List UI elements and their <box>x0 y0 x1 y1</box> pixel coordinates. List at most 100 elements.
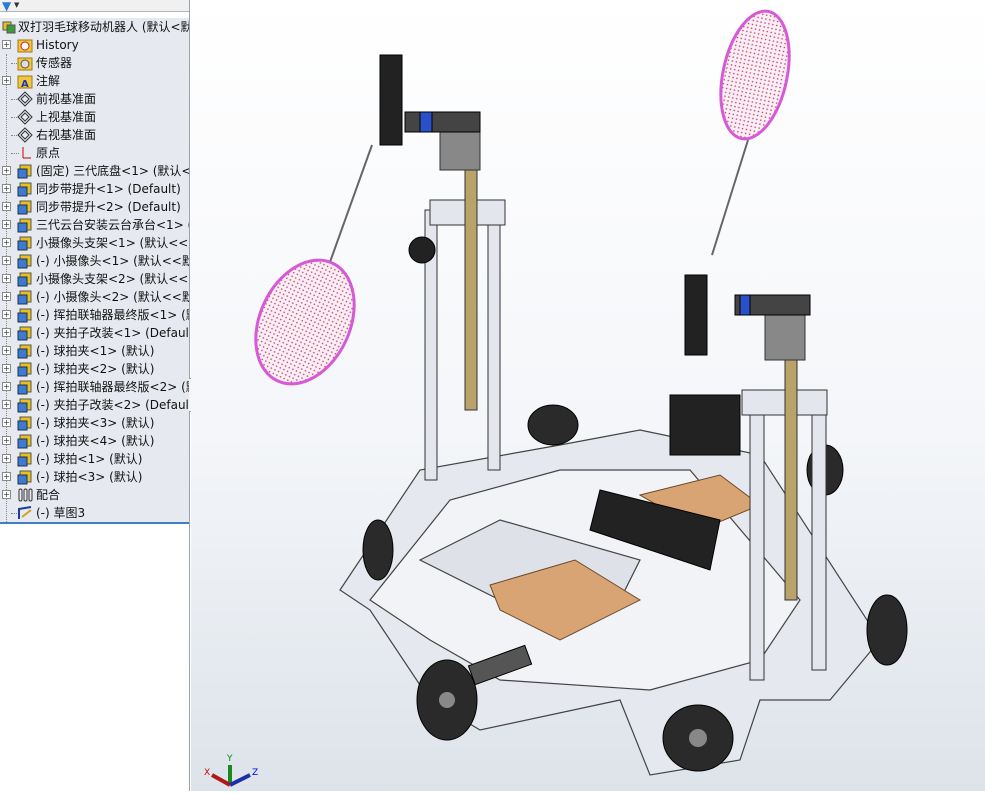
expand-icon[interactable]: + <box>2 274 11 283</box>
tree-item-label: (-) 小摄像头<2> (默认<<默 <box>36 290 189 304</box>
expand-icon[interactable]: + <box>2 310 11 319</box>
expand-icon[interactable]: + <box>2 454 11 463</box>
tree-root-label: 双打羽毛球移动机器人 (默认<默 <box>18 20 189 34</box>
subassembly-icon <box>17 182 32 197</box>
tree-item[interactable]: (-) 草图3 <box>0 504 189 522</box>
tree-item[interactable]: + 同步带提升<1> (Default) <box>0 180 189 198</box>
mates-icon <box>18 488 33 502</box>
sensor-folder-icon <box>17 57 33 71</box>
subassembly-icon <box>17 416 32 431</box>
feature-manager-panel: ▼ ▼ 双打羽毛球移动机器人 (默认<默 + History 传感器 + A 注解 前视基准… <box>0 0 190 791</box>
tree-item[interactable]: 右视基准面 <box>0 126 189 144</box>
feature-tree: 双打羽毛球移动机器人 (默认<默 + History 传感器 + A 注解 前视基准面 上视基… <box>0 18 189 524</box>
filter-icon[interactable]: ▼ <box>2 0 11 13</box>
tree-item-label: 同步带提升<2> (Default) <box>36 200 181 214</box>
subassembly-icon <box>17 272 32 287</box>
tree-item[interactable]: + (-) 小摄像头<1> (默认<<默 <box>0 252 189 270</box>
expand-icon[interactable]: + <box>2 472 11 481</box>
tree-item-label: 右视基准面 <box>36 128 97 142</box>
plane-icon <box>17 109 33 125</box>
expand-icon[interactable]: + <box>2 40 11 49</box>
camera-rear <box>669 394 741 456</box>
tree-item[interactable]: + (-) 球拍<1> (默认) <box>0 450 189 468</box>
expand-icon[interactable]: + <box>2 364 11 373</box>
tree-item[interactable]: 原点 <box>0 144 189 162</box>
tree-item[interactable]: + 配合 <box>0 486 189 504</box>
expand-icon[interactable]: + <box>2 328 11 337</box>
annotation-folder-icon: A <box>17 75 33 89</box>
tree-item-label: (-) 球拍夹<1> (默认) <box>36 344 155 358</box>
sketch-icon <box>18 506 32 519</box>
tree-item[interactable]: + (-) 夹拍子改装<2> (Default) <box>0 396 189 414</box>
tree-item-label: (-) 球拍夹<4> (默认) <box>36 434 155 448</box>
tree-item[interactable]: + (-) 球拍夹<2> (默认) <box>0 360 189 378</box>
tree-item[interactable]: + A 注解 <box>0 72 189 90</box>
tree-item[interactable]: + History <box>0 36 189 54</box>
assembly-icon <box>2 21 16 34</box>
tree-item-label: (-) 球拍夹<2> (默认) <box>36 362 155 376</box>
tree-item[interactable]: 上视基准面 <box>0 108 189 126</box>
robot-model: Y X Z <box>204 9 908 787</box>
tree-item[interactable]: + (-) 挥拍联轴器最终版<1> (默 <box>0 306 189 324</box>
tree-item-label: History <box>36 38 79 52</box>
triad-x-label: X <box>204 768 210 778</box>
subassembly-icon <box>17 236 32 251</box>
tree-item[interactable]: + (-) 球拍夹<4> (默认) <box>0 432 189 450</box>
wheel-right <box>866 594 908 666</box>
expand-icon[interactable]: + <box>2 256 11 265</box>
expand-icon[interactable]: + <box>2 436 11 445</box>
tree-item-label: 前视基准面 <box>36 92 97 106</box>
expand-icon[interactable]: + <box>2 202 11 211</box>
subassembly-icon <box>17 398 32 413</box>
subassembly-icon <box>17 200 32 215</box>
tree-item-label: (-) 球拍夹<3> (默认) <box>36 416 155 430</box>
expand-icon[interactable]: + <box>2 292 11 301</box>
view-triad: Y X Z <box>204 754 258 787</box>
expand-icon[interactable]: + <box>2 400 11 409</box>
expand-icon[interactable]: + <box>2 76 11 85</box>
expand-icon[interactable]: + <box>2 418 11 427</box>
plane-icon <box>17 127 33 143</box>
svg-text:A: A <box>21 79 29 89</box>
tree-item[interactable]: + (-) 小摄像头<2> (默认<<默 <box>0 288 189 306</box>
graphics-viewport[interactable]: Y X Z <box>191 0 985 791</box>
tree-item-label: (-) 草图3 <box>36 506 86 520</box>
tree-item[interactable]: + 三代云台安装云台承台<1> ( <box>0 216 189 234</box>
expand-icon[interactable]: + <box>2 166 11 175</box>
expand-icon[interactable]: + <box>2 238 11 247</box>
tree-item[interactable]: + (-) 挥拍联轴器最终版<2> (默 <box>0 378 189 396</box>
tree-item-label: (-) 挥拍联轴器最终版<2> (默 <box>36 380 189 394</box>
filter-dropdown-icon[interactable]: ▼ <box>14 1 19 9</box>
panel-divider <box>0 522 189 524</box>
expand-icon[interactable]: + <box>2 184 11 193</box>
tree-item[interactable]: + 小摄像头支架<1> (默认<<默 <box>0 234 189 252</box>
tree-item[interactable]: + (-) 球拍夹<1> (默认) <box>0 342 189 360</box>
expand-icon[interactable]: + <box>2 382 11 391</box>
tree-item-label: (-) 球拍<1> (默认) <box>36 452 143 466</box>
tree-item[interactable]: 前视基准面 <box>0 90 189 108</box>
expand-icon[interactable]: + <box>2 220 11 229</box>
tree-item[interactable]: + 小摄像头支架<2> (默认<<默 <box>0 270 189 288</box>
wheel-rear <box>527 404 579 446</box>
tree-item[interactable]: + (-) 球拍夹<3> (默认) <box>0 414 189 432</box>
tree-item[interactable]: 传感器 <box>0 54 189 72</box>
tree-item[interactable]: + 同步带提升<2> (Default) <box>0 198 189 216</box>
tree-root-assembly[interactable]: 双打羽毛球移动机器人 (默认<默 <box>0 18 189 36</box>
subassembly-icon <box>17 326 32 341</box>
racket-right <box>711 9 791 256</box>
plane-icon <box>17 91 33 107</box>
tree-item-label: 三代云台安装云台承台<1> ( <box>36 218 189 232</box>
expand-icon[interactable]: + <box>2 490 11 499</box>
subassembly-icon <box>17 290 32 305</box>
tree-item[interactable]: + (固定) 三代底盘<1> (默认<默 <box>0 162 189 180</box>
tree-item-label: 同步带提升<1> (Default) <box>36 182 181 196</box>
lift-tower-left <box>424 129 506 481</box>
wheel-left <box>362 519 394 581</box>
panel-toolbar: ▼ ▼ <box>0 0 189 13</box>
tree-item-label: (-) 球拍<3> (默认) <box>36 470 143 484</box>
tree-item[interactable]: + (-) 夹拍子改装<1> (Default) <box>0 324 189 342</box>
expand-icon[interactable]: + <box>2 346 11 355</box>
tree-item[interactable]: + (-) 球拍<3> (默认) <box>0 468 189 486</box>
subassembly-icon <box>17 254 32 269</box>
racket-left <box>254 144 373 386</box>
